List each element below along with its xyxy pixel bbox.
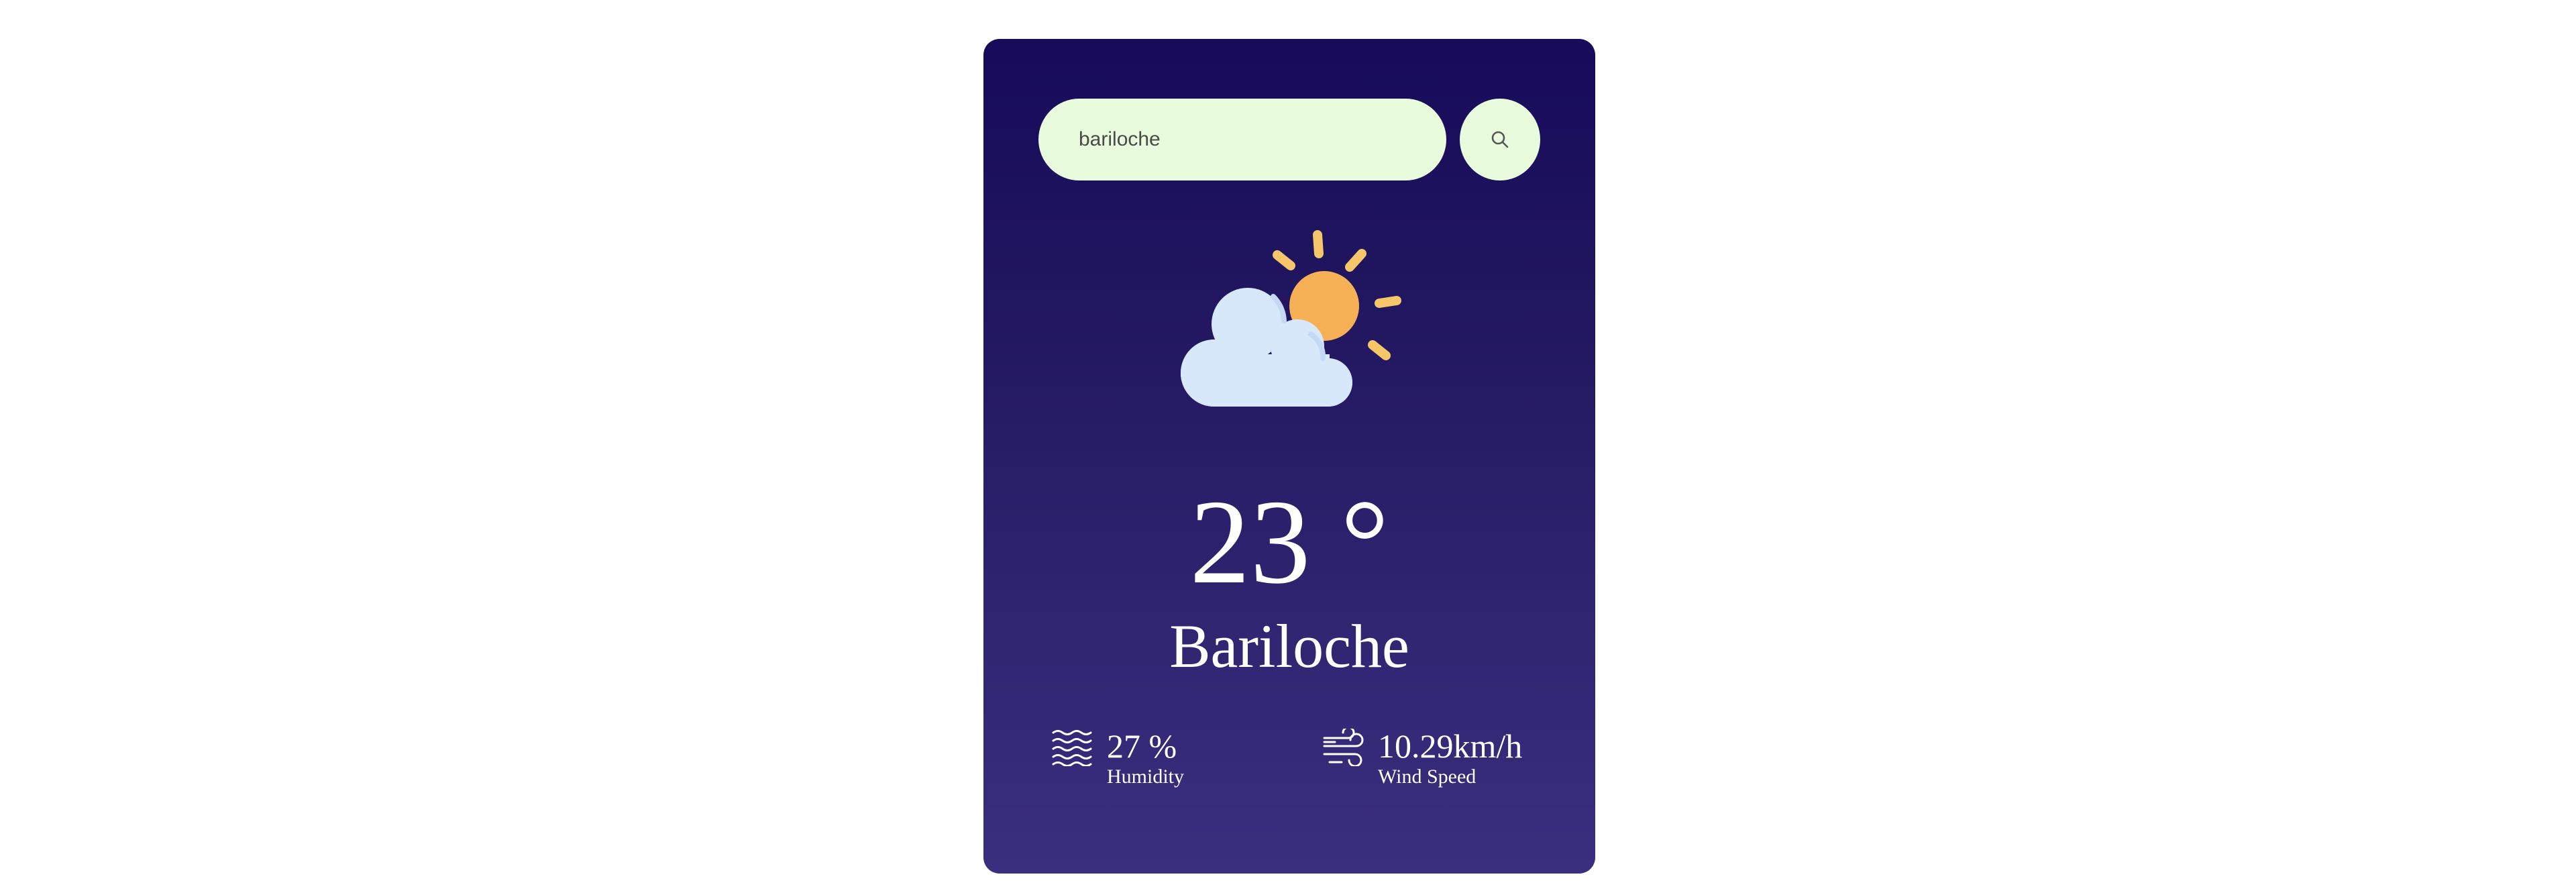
search-input[interactable] (1038, 99, 1446, 180)
waves-icon (1052, 730, 1092, 766)
humidity-stat: 27 % Humidity (1051, 690, 1252, 788)
search-bar (1038, 99, 1540, 180)
search-button[interactable] (1460, 99, 1540, 180)
wind-speed-label: Wind Speed (1378, 766, 1477, 788)
humidity-value: 27 % (1107, 727, 1177, 765)
humidity-label: Humidity (1107, 766, 1185, 788)
temperature-value: 23 ° (1189, 475, 1389, 609)
wind-speed-value: 10.29km/h (1378, 727, 1523, 765)
wind-stat: 10.29km/h Wind Speed (1322, 690, 1563, 788)
search-icon (1491, 131, 1509, 148)
partly-cloudy-icon (1181, 230, 1401, 407)
wind-icon (1323, 729, 1364, 766)
weather-card: 23 ° Bariloche 27 % Humidity 10.29km/ (983, 39, 1595, 874)
city-name: Bariloche (1169, 612, 1409, 680)
